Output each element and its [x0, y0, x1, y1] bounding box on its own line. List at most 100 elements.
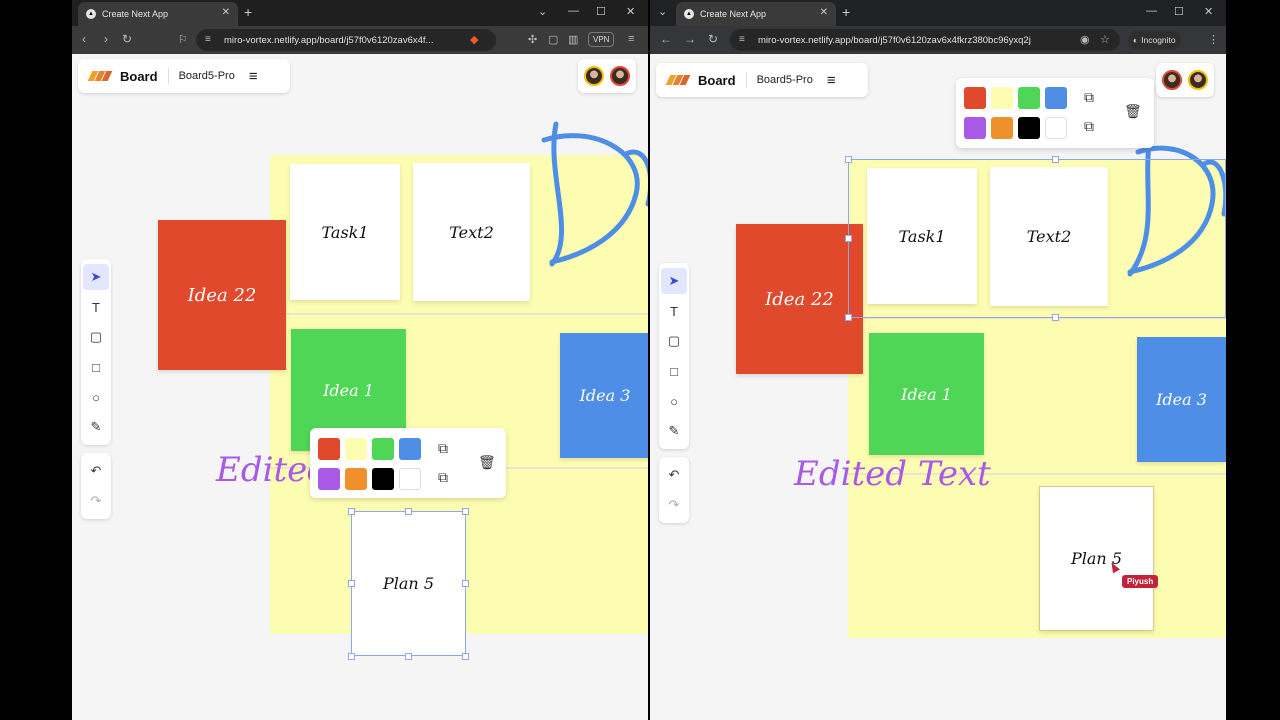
color-swatch-black[interactable] [372, 468, 394, 490]
back-icon[interactable]: ← [660, 32, 672, 46]
vpn-button[interactable]: VPN [588, 32, 615, 47]
avatar[interactable] [1162, 70, 1182, 90]
bring-forward-icon[interactable]: ⧉ [1084, 89, 1094, 106]
delete-icon[interactable]: 🗑 [478, 454, 496, 471]
color-swatch-orange[interactable] [345, 468, 367, 490]
tab-search-icon[interactable]: ⌄ [538, 5, 547, 18]
sticky-note[interactable]: Idea 1 [869, 333, 984, 455]
redo-icon[interactable]: ↷ [661, 492, 687, 518]
resize-handle[interactable] [462, 508, 469, 515]
close-window-button[interactable]: ✕ [1204, 5, 1213, 18]
resize-handle[interactable] [405, 508, 412, 515]
rectangle-icon[interactable]: □ [661, 358, 687, 384]
maximize-button[interactable]: ☐ [596, 5, 606, 18]
forward-icon[interactable]: › [104, 32, 108, 46]
resize-handle[interactable] [1052, 314, 1059, 321]
close-window-button[interactable]: ✕ [626, 5, 635, 18]
board-canvas[interactable]: Board Board5-Pro ≡ ⧉ ⧉ 🗑 Task1 Text2 Ide… [650, 54, 1226, 720]
bring-forward-icon[interactable]: ⧉ [438, 440, 448, 457]
tab-close-icon[interactable]: ✕ [222, 7, 230, 18]
note-icon[interactable]: ▢ [661, 328, 687, 354]
color-swatch-white[interactable] [1045, 117, 1067, 139]
color-swatch-white[interactable] [399, 468, 421, 490]
color-swatch-black[interactable] [1018, 117, 1040, 139]
resize-handle[interactable] [348, 508, 355, 515]
sticky-note[interactable]: Text2 [413, 163, 530, 301]
sticky-note[interactable]: Task1 [290, 164, 400, 300]
reload-icon[interactable]: ↻ [708, 32, 718, 46]
sticky-note[interactable]: Plan 5 [1039, 486, 1154, 631]
text-icon[interactable]: T [661, 298, 687, 324]
tab-search-icon[interactable]: ⌄ [658, 5, 667, 18]
site-info-icon[interactable]: ≡ [739, 34, 745, 45]
edited-text[interactable]: Edited Text [794, 454, 991, 494]
bookmark-icon[interactable]: ⚐ [178, 33, 188, 46]
back-icon[interactable]: ‹ [82, 32, 86, 46]
color-swatch-purple[interactable] [964, 117, 986, 139]
ellipse-icon[interactable]: ○ [661, 388, 687, 414]
browser-tab[interactable]: ▲ Create Next App ✕ [676, 2, 836, 26]
drawing-stroke[interactable] [526, 114, 648, 274]
resize-handle[interactable] [845, 156, 852, 163]
sticky-note[interactable]: Idea 22 [736, 224, 863, 374]
extensions-icon[interactable]: ✣ [528, 33, 537, 46]
maximize-button[interactable]: ☐ [1174, 5, 1184, 18]
incognito-badge[interactable]: ◐ Incognito [1128, 31, 1181, 49]
bookmark-star-icon[interactable]: ☆ [1100, 33, 1110, 46]
redo-icon[interactable]: ↷ [83, 488, 109, 514]
ellipse-icon[interactable]: ○ [83, 384, 109, 410]
color-swatch-purple[interactable] [318, 468, 340, 490]
color-swatch-orange[interactable] [991, 117, 1013, 139]
sticky-note[interactable]: Idea 3 [560, 333, 648, 458]
pencil-icon[interactable]: ✎ [661, 418, 687, 444]
color-swatch-red[interactable] [318, 438, 340, 460]
resize-handle[interactable] [845, 314, 852, 321]
tracking-protection-icon[interactable]: ◉ [1080, 33, 1090, 46]
rectangle-icon[interactable]: □ [83, 354, 109, 380]
address-bar[interactable]: ≡ miro-vortex.netlify.app/board/j57f0v61… [196, 29, 496, 51]
note-icon[interactable]: ▢ [83, 324, 109, 350]
sidebar-icon[interactable]: ▥ [568, 33, 578, 46]
new-tab-button[interactable]: + [842, 4, 850, 20]
browser-tab[interactable]: ▲ Create Next App ✕ [78, 2, 238, 26]
undo-icon[interactable]: ↶ [661, 462, 687, 488]
resize-handle[interactable] [348, 653, 355, 660]
browser-menu-icon[interactable]: ≡ [628, 33, 634, 45]
select-icon[interactable]: ➤ [83, 264, 109, 290]
site-info-icon[interactable]: ≡ [205, 34, 211, 45]
resize-handle[interactable] [462, 580, 469, 587]
reload-icon[interactable]: ↻ [122, 32, 132, 46]
delete-icon[interactable]: 🗑 [1124, 103, 1142, 120]
resize-handle[interactable] [348, 580, 355, 587]
color-swatch-green[interactable] [372, 438, 394, 460]
avatar[interactable] [584, 66, 604, 86]
avatar[interactable] [1188, 70, 1208, 90]
send-backward-icon[interactable]: ⧉ [1084, 118, 1094, 135]
color-swatch-green[interactable] [1018, 87, 1040, 109]
board-name[interactable]: Board5-Pro [179, 70, 235, 82]
hamburger-menu-icon[interactable]: ≡ [249, 68, 258, 85]
resize-handle[interactable] [1052, 156, 1059, 163]
sticky-note[interactable]: Idea 3 [1137, 337, 1226, 462]
resize-handle[interactable] [462, 653, 469, 660]
minimize-button[interactable]: — [1146, 5, 1157, 17]
address-bar[interactable]: ≡ miro-vortex.netlify.app/board/j57f0v61… [730, 29, 1120, 51]
undo-icon[interactable]: ↶ [83, 458, 109, 484]
color-swatch-blue[interactable] [399, 438, 421, 460]
send-backward-icon[interactable]: ⧉ [438, 469, 448, 486]
board-name[interactable]: Board5-Pro [757, 74, 813, 86]
sticky-note[interactable]: Idea 22 [158, 220, 286, 370]
wallet-icon[interactable]: ▢ [548, 33, 558, 46]
minimize-button[interactable]: — [568, 5, 579, 17]
color-swatch-red[interactable] [964, 87, 986, 109]
text-icon[interactable]: T [83, 294, 109, 320]
color-swatch-blue[interactable] [1045, 87, 1067, 109]
pencil-icon[interactable]: ✎ [83, 414, 109, 440]
color-swatch-yellow[interactable] [991, 87, 1013, 109]
resize-handle[interactable] [845, 235, 852, 242]
forward-icon[interactable]: → [684, 32, 696, 46]
hamburger-menu-icon[interactable]: ≡ [827, 72, 836, 89]
tab-close-icon[interactable]: ✕ [820, 7, 828, 18]
browser-menu-icon[interactable]: ⋮ [1208, 33, 1219, 46]
brave-shield-icon[interactable]: ◆ [470, 33, 478, 46]
